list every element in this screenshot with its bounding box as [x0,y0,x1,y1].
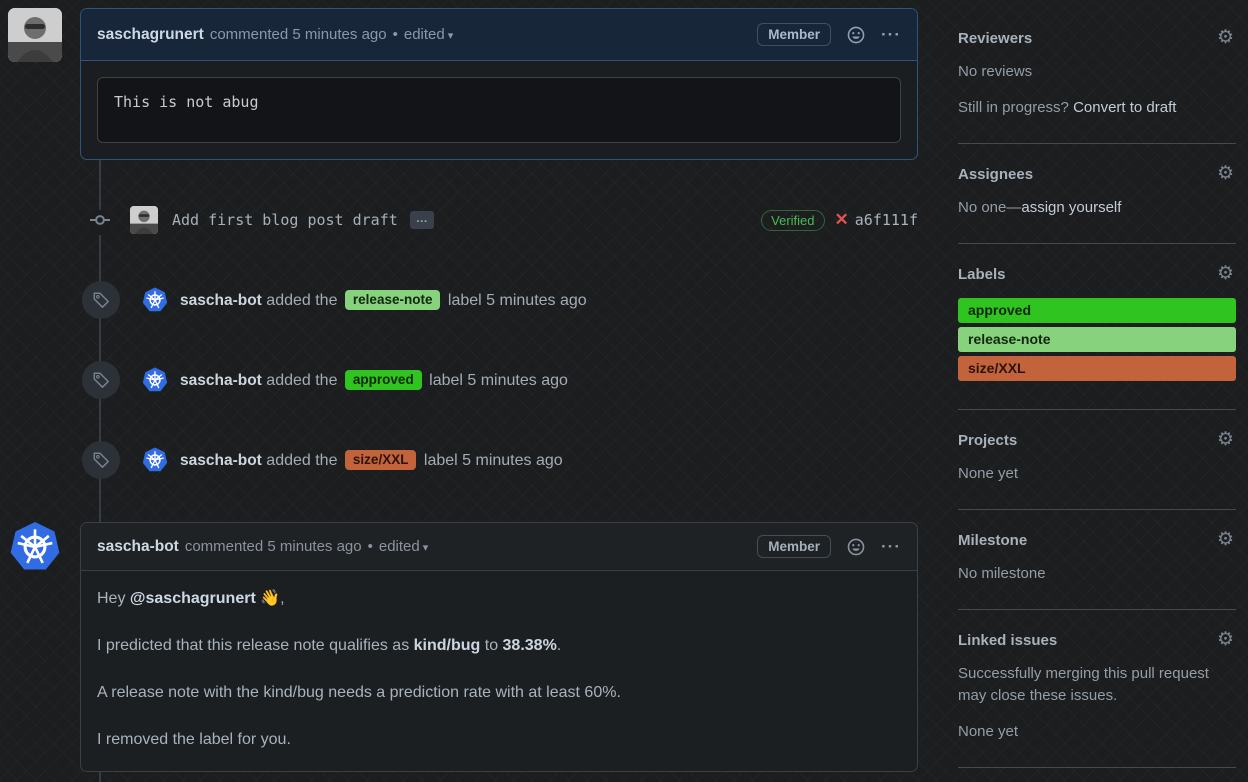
comment-author-link[interactable]: saschagrunert [97,26,204,44]
labels-title: Labels [958,266,1006,283]
chevron-down-icon: ▾ [447,30,454,42]
kebab-menu-button[interactable]: ··· [881,537,901,557]
event-text: sascha-bot added the release-note label … [180,290,587,310]
sascha-bot-avatar[interactable] [142,367,168,393]
edited-dropdown[interactable]: edited ▾ [404,26,453,43]
smiley-icon [847,538,865,555]
kebab-icon: ··· [881,536,901,556]
tag-icon [93,452,109,468]
actor-link[interactable]: sascha-bot [180,372,262,389]
bullet-separator: • [367,538,373,555]
label-pill[interactable]: approved [344,370,422,390]
sidebar-label-approved[interactable]: approved [958,298,1236,323]
comment-header: saschagrunert commented 5 minutes ago • … [81,9,917,61]
actor-link[interactable]: sascha-bot [180,292,262,309]
sascha-bot-avatar[interactable] [142,447,168,473]
event-text: sascha-bot added the approved label 5 mi… [180,370,568,390]
reviewers-hint: Still in progress? Convert to draft [958,99,1177,116]
tag-icon-circle [82,441,120,479]
linked-issues-title: Linked issues [958,632,1058,649]
commit-message-link[interactable]: Add first blog post draft [172,211,398,229]
emoji-reaction-button[interactable] [847,538,865,556]
paragraph-removed: I removed the label for you. [97,731,291,748]
reviewers-title: Reviewers [958,30,1033,47]
comment-body: This is not abug [81,61,917,159]
commit-hash-link[interactable]: a6f111f [855,211,918,229]
commit-row: Add first blog post draft … Verified ✕ a… [80,204,918,236]
comment-header: sascha-bot commented 5 minutes ago • edi… [81,523,917,571]
avatar[interactable] [8,8,62,62]
convert-to-draft-link[interactable]: Convert to draft [1073,99,1176,116]
member-badge: Member [757,23,832,46]
sidebar: Reviewers ⚙ No reviews Still in progress… [958,0,1236,782]
gear-icon[interactable]: ⚙ [1217,164,1234,183]
commit-author-avatar[interactable] [130,206,158,234]
comment-saschagrunert: saschagrunert commented 5 minutes ago • … [80,8,918,160]
code-block: This is not abug [97,77,901,143]
reviewers-empty: No reviews [958,63,1033,80]
git-commit-icon [90,210,110,235]
member-badge: Member [757,535,832,558]
assignees-title: Assignees [958,166,1034,183]
milestone-empty: No milestone [958,565,1046,582]
tag-icon-circle [82,361,120,399]
event-text: sascha-bot added the size/XXL label 5 mi… [180,450,563,470]
verified-badge[interactable]: Verified [761,209,825,231]
wave-emoji: 👋 [255,590,281,607]
mention-link[interactable]: @saschagrunert [130,590,256,607]
gear-icon[interactable]: ⚙ [1217,530,1234,549]
milestone-title: Milestone [958,532,1028,549]
sidebar-label-release-note[interactable]: release-note [958,327,1236,352]
bullet-separator: • [392,26,398,43]
sascha-bot-avatar[interactable] [142,287,168,313]
sidebar-section-reviewers: Reviewers ⚙ No reviews Still in progress… [958,0,1236,144]
comment-body: Hey @saschagrunert 👋, I predicted that t… [81,571,917,768]
projects-empty: None yet [958,465,1019,482]
gear-icon[interactable]: ⚙ [1217,28,1234,47]
tag-icon [93,292,109,308]
sidebar-label-size-xxl[interactable]: size/XXL [958,356,1236,381]
x-failed-check-icon[interactable]: ✕ [835,210,849,230]
chevron-down-icon: ▾ [422,542,429,554]
tag-icon-circle [82,281,120,319]
assign-yourself-link[interactable]: assign yourself [1021,199,1121,216]
edited-dropdown[interactable]: edited ▾ [379,538,428,555]
label-event-row: sascha-bot added the size/XXL label 5 mi… [80,440,918,480]
commit-expander-button[interactable]: … [409,211,434,229]
paragraph-requirement: A release note with the kind/bug needs a… [97,684,621,701]
linked-issues-description: Successfully merging this pull request m… [958,665,1209,704]
kebab-icon: ··· [881,24,901,44]
gear-icon[interactable]: ⚙ [1217,630,1234,649]
sidebar-section-notifications: Notifications Customize [958,768,1236,782]
sidebar-section-milestone: Milestone ⚙ No milestone [958,510,1236,610]
linked-issues-empty: None yet [958,723,1019,740]
emoji-reaction-button[interactable] [847,26,865,44]
paragraph-prediction: I predicted that this release note quali… [97,637,562,654]
projects-title: Projects [958,432,1018,449]
comment-timestamp: commented 5 minutes ago [209,26,387,43]
gear-icon[interactable]: ⚙ [1217,430,1234,449]
kebab-menu-button[interactable]: ··· [881,25,901,45]
comment-timestamp: commented 5 minutes ago [184,538,362,555]
label-pill[interactable]: release-note [344,290,441,310]
label-event-row: sascha-bot added the release-note label … [80,280,918,320]
label-pill[interactable]: size/XXL [344,450,417,470]
assignees-empty: No one—assign yourself [958,199,1122,216]
actor-link[interactable]: sascha-bot [180,452,262,469]
gear-icon[interactable]: ⚙ [1217,264,1234,283]
person-photo-icon [8,8,62,62]
smiley-icon [847,26,865,43]
paragraph-greeting: Hey @saschagrunert 👋, [97,590,285,607]
sidebar-section-projects: Projects ⚙ None yet [958,410,1236,510]
sidebar-section-labels: Labels ⚙ approved release-note size/XXL [958,244,1236,410]
tag-icon [93,372,109,388]
sascha-bot-avatar-large[interactable] [9,521,61,573]
sidebar-section-linked-issues: Linked issues ⚙ Successfully merging thi… [958,610,1236,768]
comment-sascha-bot: sascha-bot commented 5 minutes ago • edi… [80,522,918,772]
comment-author-link[interactable]: sascha-bot [97,538,179,556]
label-event-row: sascha-bot added the approved label 5 mi… [80,360,918,400]
label-list: approved release-note size/XXL [958,298,1236,381]
person-photo-icon [130,206,158,234]
sidebar-section-assignees: Assignees ⚙ No one—assign yourself [958,144,1236,244]
